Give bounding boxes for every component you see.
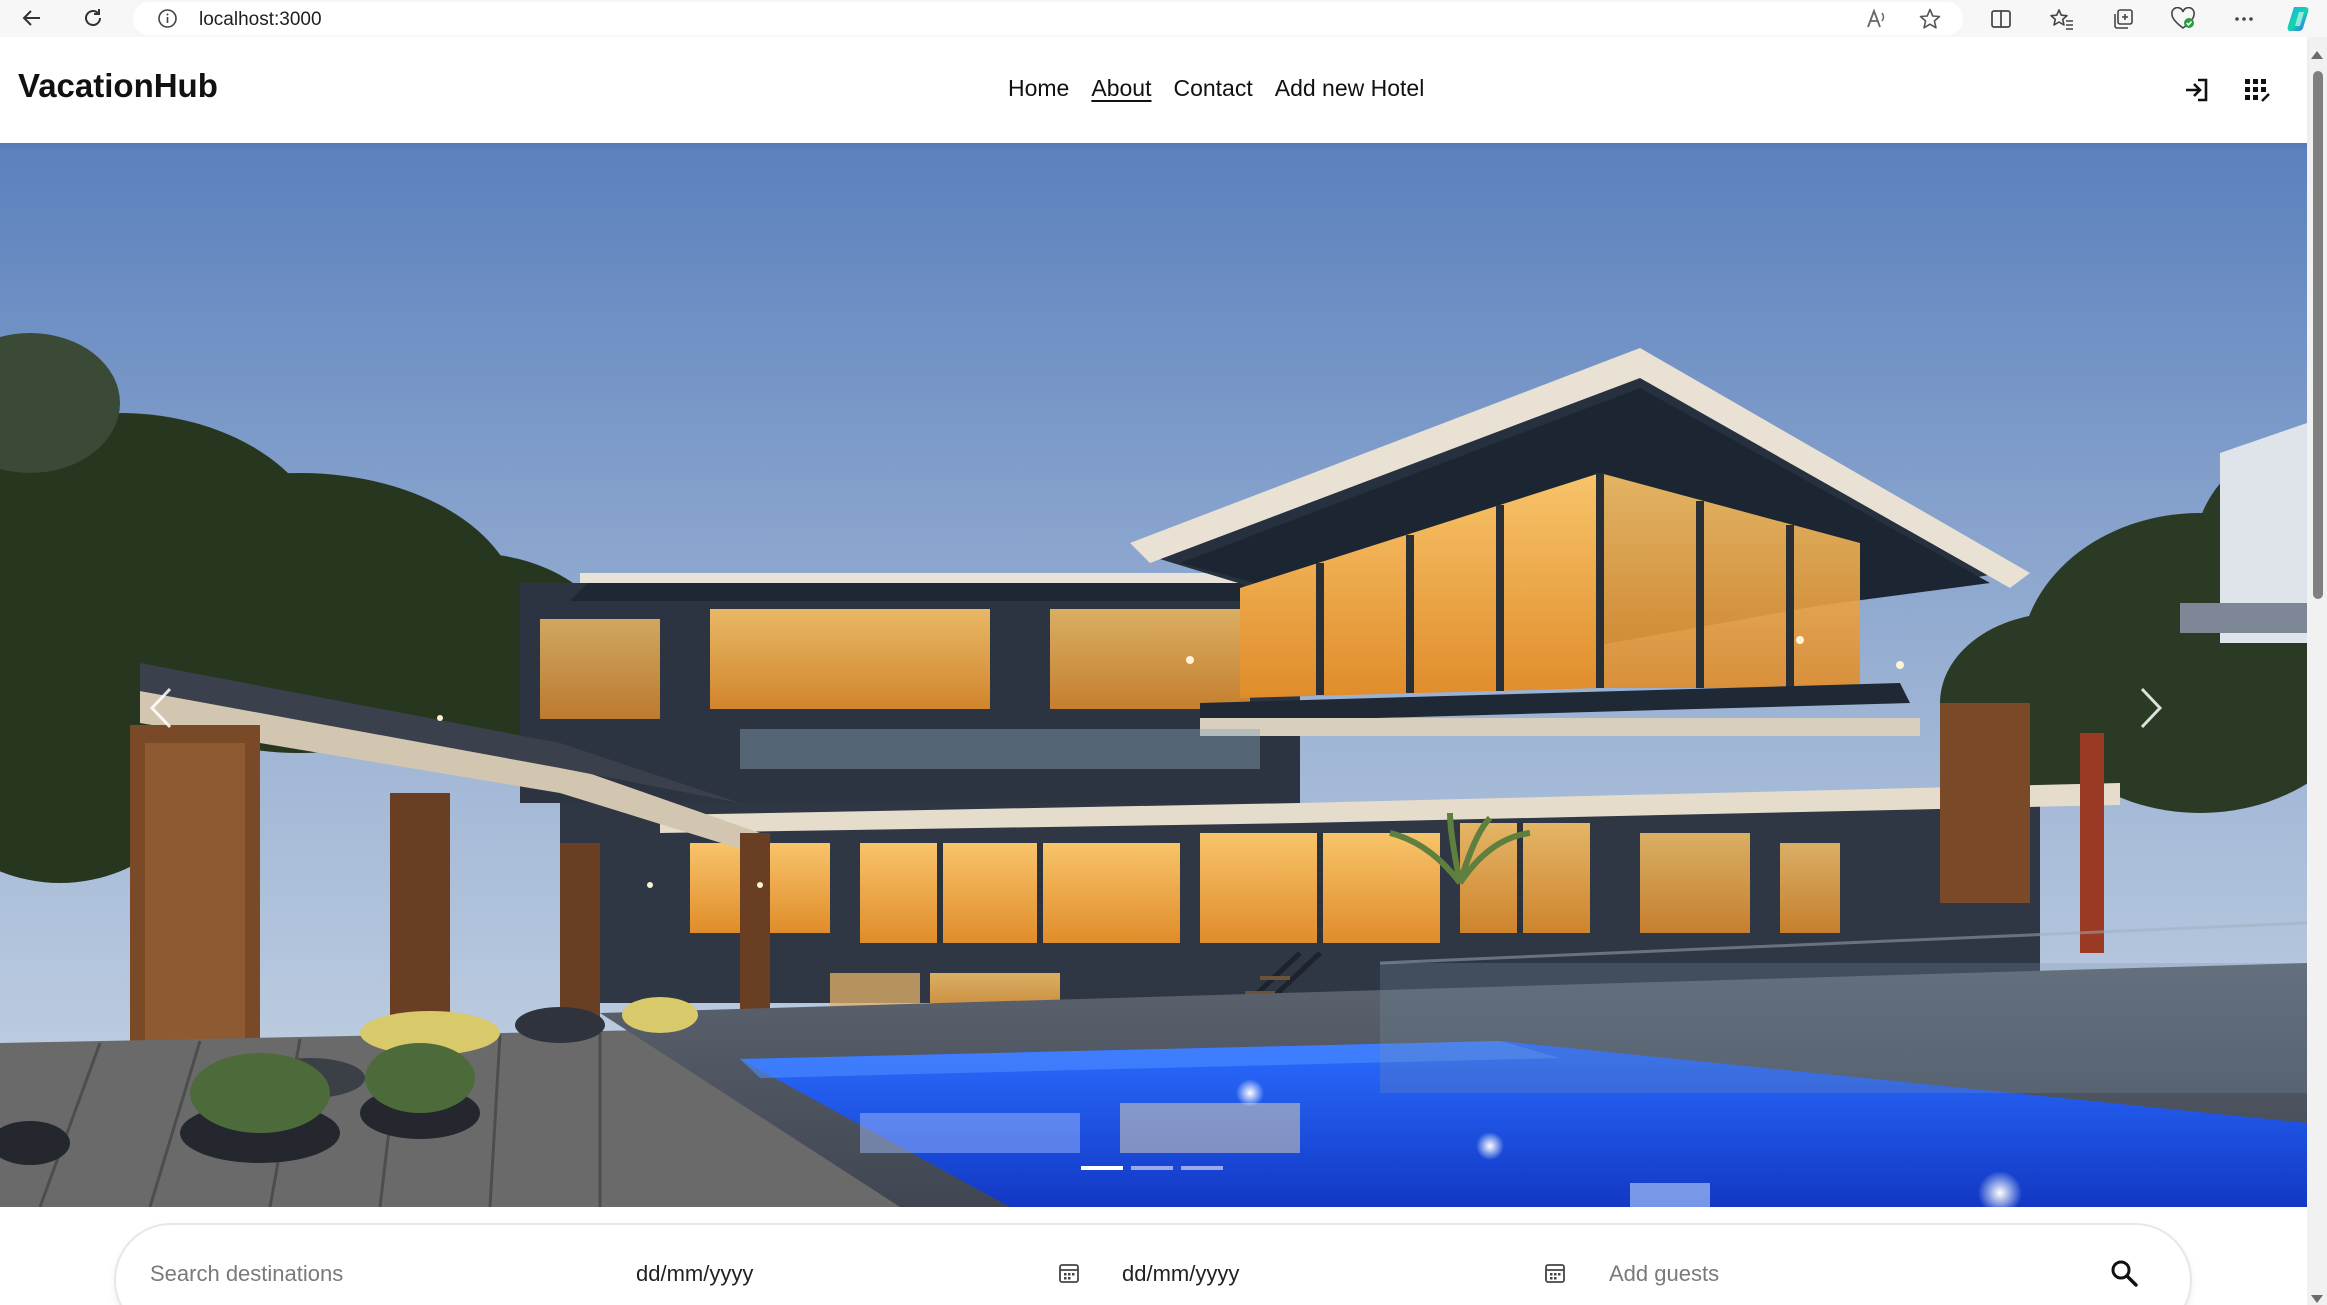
refresh-icon[interactable] xyxy=(77,2,109,34)
carousel-indicator-2[interactable] xyxy=(1131,1166,1173,1170)
search-icon[interactable] xyxy=(2102,1251,2146,1295)
apps-grid-icon[interactable] xyxy=(2240,73,2274,107)
calendar-icon[interactable] xyxy=(1543,1261,1567,1285)
scroll-up-icon[interactable] xyxy=(2311,51,2323,59)
collections-icon[interactable] xyxy=(2107,3,2139,35)
address-bar[interactable]: localhost:3000 xyxy=(133,2,1963,35)
split-screen-icon[interactable] xyxy=(1985,3,2017,35)
more-icon[interactable] xyxy=(2228,3,2260,35)
carousel-indicators xyxy=(1081,1166,1223,1170)
checkin-date-input[interactable]: dd/mm/yyyy xyxy=(636,1261,753,1287)
carousel-prev-icon[interactable] xyxy=(136,673,186,743)
site-header: VacationHub Home About Contact Add new H… xyxy=(0,37,2307,143)
nav-contact[interactable]: Contact xyxy=(1173,75,1252,102)
carousel-indicator-3[interactable] xyxy=(1181,1166,1223,1170)
hero-carousel xyxy=(0,143,2307,1207)
url-text: localhost:3000 xyxy=(199,9,322,30)
favorite-star-icon[interactable] xyxy=(1914,3,1946,35)
main-nav: Home About Contact Add new Hotel xyxy=(1008,75,1424,102)
carousel-next-icon[interactable] xyxy=(2126,673,2176,743)
calendar-icon[interactable] xyxy=(1057,1261,1081,1285)
info-icon[interactable] xyxy=(157,8,178,29)
browser-toolbar: localhost:3000 xyxy=(0,0,2327,37)
browser-essentials-icon[interactable] xyxy=(2167,3,2199,35)
read-aloud-icon[interactable] xyxy=(1860,3,1892,35)
back-icon[interactable] xyxy=(16,2,48,34)
destination-search-input[interactable]: Search destinations xyxy=(150,1261,343,1287)
guests-input[interactable]: Add guests xyxy=(1609,1261,1719,1287)
page-scrollbar[interactable] xyxy=(2307,37,2327,1305)
search-bar: Search destinations dd/mm/yyyy dd/mm/yyy… xyxy=(116,1225,2190,1305)
copilot-icon[interactable] xyxy=(2284,3,2316,35)
login-icon[interactable] xyxy=(2180,73,2214,107)
carousel-indicator-1[interactable] xyxy=(1081,1166,1123,1170)
brand-logo[interactable]: VacationHub xyxy=(18,67,218,105)
page-viewport: VacationHub Home About Contact Add new H… xyxy=(0,37,2327,1305)
checkout-date-input[interactable]: dd/mm/yyyy xyxy=(1122,1261,1239,1287)
nav-add-new-hotel[interactable]: Add new Hotel xyxy=(1275,75,1425,102)
nav-about[interactable]: About xyxy=(1091,75,1151,102)
scrollbar-thumb[interactable] xyxy=(2313,71,2323,599)
scroll-down-icon[interactable] xyxy=(2311,1295,2323,1303)
favorites-icon[interactable] xyxy=(2046,3,2078,35)
hero-villa-image xyxy=(0,143,2307,1207)
nav-home[interactable]: Home xyxy=(1008,75,1069,102)
